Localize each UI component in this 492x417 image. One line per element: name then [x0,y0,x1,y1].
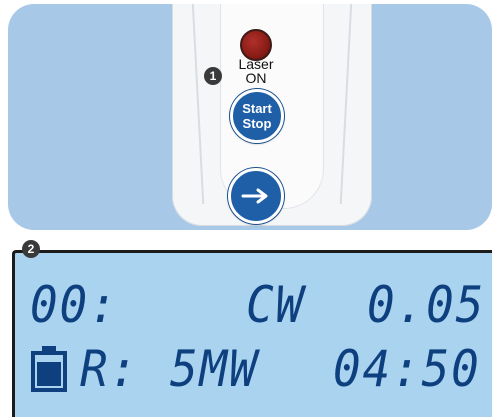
lcd-value: 0.05 [367,276,486,334]
lcd-channel: 00: [30,276,119,334]
laser-label-line1: Laser [238,56,274,72]
laser-label-line2: ON [245,70,267,86]
arrow-right-icon [241,188,268,204]
lcd-r-label: R: [80,340,140,398]
battery-icon [31,346,67,392]
start-stop-label-line1: Start [242,101,272,116]
callout-badge-1: 1 [204,67,222,85]
callout-badge-2: 2 [22,240,40,258]
start-stop-label-line2: Stop [242,116,272,131]
lcd-mode: CW [246,276,306,334]
lcd-power: 5MW [170,340,259,398]
device-groove [339,4,355,204]
device-groove [189,4,205,204]
next-button[interactable] [228,168,284,224]
laser-on-label: Laser ON [230,57,282,85]
lcd-time: 04:50 [333,340,481,398]
start-stop-button[interactable]: Start Stop [230,89,284,143]
